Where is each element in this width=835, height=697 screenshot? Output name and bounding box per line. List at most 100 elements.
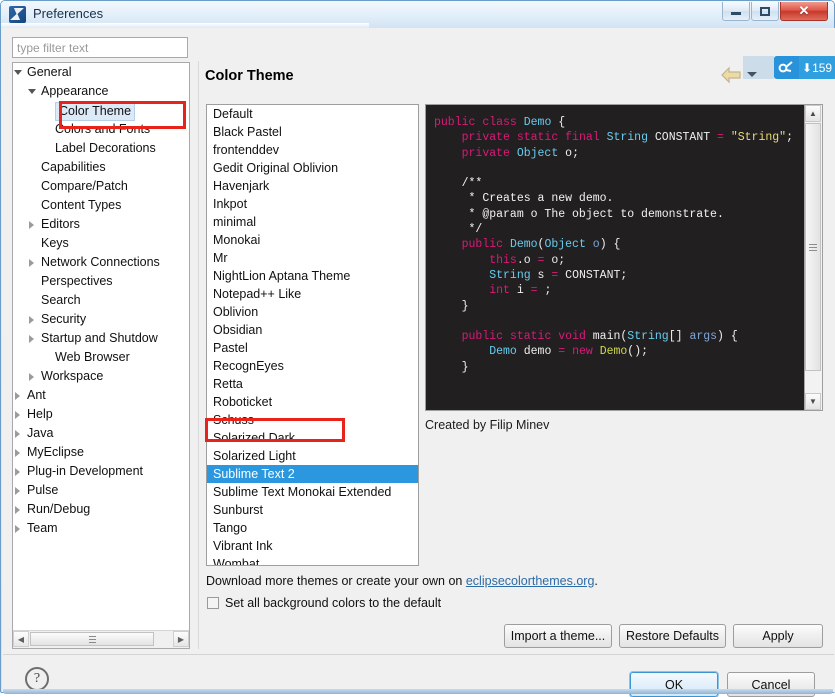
minimize-button[interactable] bbox=[722, 2, 750, 21]
sidebar-item-general[interactable]: General bbox=[13, 63, 189, 82]
scroll-up-icon[interactable]: ▲ bbox=[805, 105, 821, 122]
chevron-right-icon[interactable] bbox=[15, 506, 22, 514]
sidebar-item-keys[interactable]: Keys bbox=[13, 234, 189, 253]
theme-list-item[interactable]: Gedit Original Oblivion bbox=[207, 159, 418, 177]
default-background-checkbox-row[interactable]: Set all background colors to the default bbox=[207, 596, 441, 610]
eclipsecolorthemes-link[interactable]: eclipsecolorthemes.org bbox=[466, 574, 595, 588]
chevron-down-icon[interactable] bbox=[14, 69, 22, 76]
sidebar-item-search[interactable]: Search bbox=[13, 291, 189, 310]
sidebar-item-compare-patch[interactable]: Compare/Patch bbox=[13, 177, 189, 196]
preference-tree[interactable]: General Appearance Color Theme Colors and F… bbox=[12, 62, 190, 649]
theme-list-item[interactable]: frontenddev bbox=[207, 141, 418, 159]
sidebar-item-content-types[interactable]: Content Types bbox=[13, 196, 189, 215]
help-icon[interactable]: ? bbox=[25, 667, 49, 691]
scroll-left-icon[interactable]: ◀ bbox=[13, 631, 29, 647]
theme-list-item[interactable]: Sublime Text Monokai Extended bbox=[207, 483, 418, 501]
theme-list-item[interactable]: Black Pastel bbox=[207, 123, 418, 141]
theme-list-item[interactable]: NightLion Aptana Theme bbox=[207, 267, 418, 285]
theme-list-item[interactable]: Sunburst bbox=[207, 501, 418, 519]
sidebar-item-label-decorations[interactable]: Label Decorations bbox=[13, 139, 189, 158]
theme-list-item[interactable]: Vibrant Ink bbox=[207, 537, 418, 555]
overlay-count-value: 159 bbox=[812, 60, 833, 75]
sidebar-item-appearance[interactable]: Appearance bbox=[13, 82, 189, 101]
theme-list-item[interactable]: Notepad++ Like bbox=[207, 285, 418, 303]
tree-horizontal-scrollbar[interactable]: ◀ ▶ bbox=[13, 630, 189, 648]
chevron-right-icon[interactable] bbox=[15, 525, 22, 533]
sidebar-item-security[interactable]: Security bbox=[13, 310, 189, 329]
dialog-client-area: GeneralAppearanceColor ThemeColors and F… bbox=[2, 28, 835, 697]
theme-list-item[interactable]: Mr bbox=[207, 249, 418, 267]
chevron-right-icon[interactable] bbox=[15, 449, 22, 457]
chevron-right-icon[interactable] bbox=[15, 411, 22, 419]
chevron-right-icon[interactable] bbox=[29, 335, 36, 343]
sidebar-item-run-debug[interactable]: Run/Debug bbox=[13, 500, 189, 519]
chevron-right-icon[interactable] bbox=[15, 468, 22, 476]
sidebar-item-ant[interactable]: Ant bbox=[13, 386, 189, 405]
theme-list-item[interactable]: Sublime Text 2 bbox=[207, 465, 418, 483]
theme-list-item[interactable]: Schuss bbox=[207, 411, 418, 429]
title-bar[interactable]: Preferences ✕ bbox=[1, 1, 834, 28]
preview-code: public class Demo { private static final… bbox=[434, 116, 793, 374]
sidebar-item-pulse[interactable]: Pulse bbox=[13, 481, 189, 500]
chevron-right-icon[interactable] bbox=[29, 316, 36, 324]
chevron-right-icon[interactable] bbox=[15, 392, 22, 400]
chevron-right-icon[interactable] bbox=[29, 221, 36, 229]
scrollbar-thumb[interactable] bbox=[805, 123, 821, 371]
sidebar-item-color-theme[interactable]: Color Theme bbox=[13, 101, 189, 121]
back-arrow-icon[interactable] bbox=[720, 66, 742, 84]
sidebar-item-myeclipse[interactable]: MyEclipse bbox=[13, 443, 189, 462]
theme-list-item[interactable]: Solarized Dark bbox=[207, 429, 418, 447]
sidebar-item-workspace[interactable]: Workspace bbox=[13, 367, 189, 386]
sidebar-item-web-browser[interactable]: Web Browser bbox=[13, 348, 189, 367]
theme-list-item[interactable]: Havenjark bbox=[207, 177, 418, 195]
floating-overlay-widget[interactable]: ⬇159 bbox=[774, 56, 835, 79]
sidebar-item-editors[interactable]: Editors bbox=[13, 215, 189, 234]
restore-defaults-button[interactable]: Restore Defaults bbox=[619, 624, 726, 648]
scroll-down-icon[interactable]: ▼ bbox=[805, 393, 821, 410]
theme-list-item[interactable]: Obsidian bbox=[207, 321, 418, 339]
close-button[interactable]: ✕ bbox=[780, 2, 828, 21]
import-theme-button[interactable]: Import a theme... bbox=[504, 624, 612, 648]
theme-list-item[interactable]: RecognEyes bbox=[207, 357, 418, 375]
sidebar-item-java[interactable]: Java bbox=[13, 424, 189, 443]
theme-list-item[interactable]: Oblivion bbox=[207, 303, 418, 321]
theme-list-item[interactable]: Roboticket bbox=[207, 393, 418, 411]
theme-list-item[interactable]: Wombat bbox=[207, 555, 418, 565]
sidebar-item-network-connections[interactable]: Network Connections bbox=[13, 253, 189, 272]
scrollbar-thumb[interactable] bbox=[30, 632, 154, 646]
theme-list-item[interactable]: Inkpot bbox=[207, 195, 418, 213]
filter-input[interactable] bbox=[12, 37, 188, 58]
theme-list[interactable]: Default Black Pastel frontenddev Gedit Orig… bbox=[206, 104, 419, 566]
panel-divider bbox=[198, 61, 199, 649]
chevron-right-icon[interactable] bbox=[15, 430, 22, 438]
sidebar-item-label: Help bbox=[27, 407, 53, 421]
link-chain-icon[interactable] bbox=[774, 56, 799, 79]
sidebar-item-colors-and-fonts[interactable]: Colors and Fonts bbox=[13, 120, 189, 139]
sidebar-item-perspectives[interactable]: Perspectives bbox=[13, 272, 189, 291]
preview-vertical-scrollbar[interactable]: ▲ ▼ bbox=[804, 105, 822, 410]
apply-button[interactable]: Apply bbox=[733, 624, 823, 648]
overlay-count-label: ⬇159 bbox=[799, 61, 832, 75]
sidebar-item-startup-and-shutdow[interactable]: Startup and Shutdow bbox=[13, 329, 189, 348]
sidebar-item-capabilities[interactable]: Capabilities bbox=[13, 158, 189, 177]
page-title: Color Theme bbox=[205, 68, 294, 84]
sidebar-item-help[interactable]: Help bbox=[13, 405, 189, 424]
chevron-down-icon[interactable] bbox=[28, 88, 36, 95]
default-background-checkbox[interactable] bbox=[207, 597, 219, 609]
theme-list-item[interactable]: minimal bbox=[207, 213, 418, 231]
sidebar-item-team[interactable]: Team bbox=[13, 519, 189, 538]
theme-code-preview: public class Demo { private static final… bbox=[425, 104, 823, 411]
chevron-right-icon[interactable] bbox=[15, 487, 22, 495]
chevron-right-icon[interactable] bbox=[29, 259, 36, 267]
sidebar-item-plug-in-development[interactable]: Plug-in Development bbox=[13, 462, 189, 481]
maximize-button[interactable] bbox=[751, 2, 779, 21]
theme-list-item[interactable]: Tango bbox=[207, 519, 418, 537]
theme-list-item[interactable]: Retta bbox=[207, 375, 418, 393]
theme-list-item[interactable]: Solarized Light bbox=[207, 447, 418, 465]
theme-list-item[interactable]: Pastel bbox=[207, 339, 418, 357]
download-text-prefix: Download more themes or create your own … bbox=[206, 574, 466, 588]
scroll-right-icon[interactable]: ▶ bbox=[173, 631, 189, 647]
chevron-right-icon[interactable] bbox=[29, 373, 36, 381]
theme-list-item[interactable]: Default bbox=[207, 105, 418, 123]
theme-list-item[interactable]: Monokai bbox=[207, 231, 418, 249]
